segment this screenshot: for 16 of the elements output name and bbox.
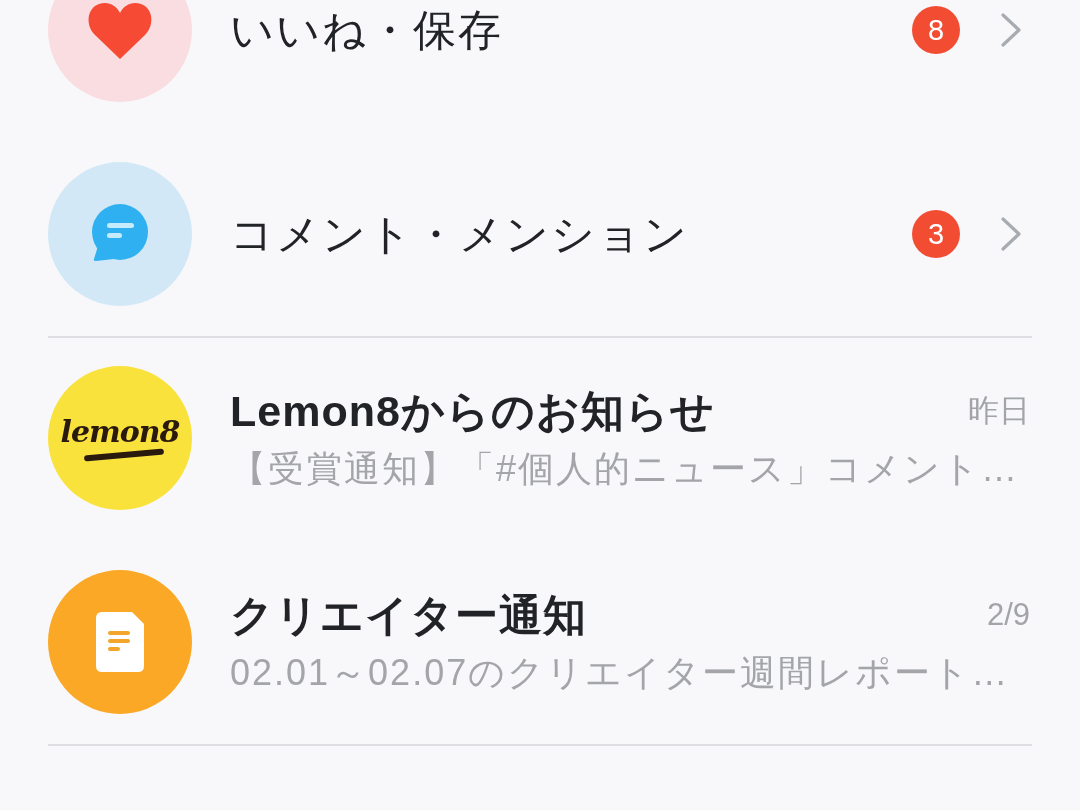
message-time: 2/9 — [986, 596, 1030, 634]
message-preview: 【受賞通知】「#個人的ニュース」コメント… — [230, 447, 1020, 491]
document-icon — [48, 570, 192, 714]
category-title[interactable]: いいね・保存 — [230, 0, 912, 60]
chevron-right-icon — [1000, 12, 1022, 48]
heart-icon — [48, 0, 192, 102]
message-title[interactable]: Lemon8からのお知らせ — [230, 381, 715, 441]
unread-count-badge: 8 — [912, 6, 960, 54]
message-preview: 02.01～02.07のクリエイター週間レポート… — [230, 651, 1010, 695]
chevron-right-icon — [1000, 216, 1022, 252]
lemon8-logo: lemon8 — [48, 366, 192, 510]
unread-count-badge: 3 — [912, 210, 960, 258]
message-title[interactable]: クリエイター通知 — [230, 585, 587, 645]
category-title[interactable]: コメント・メンション — [230, 204, 912, 264]
message-time: 昨日 — [968, 392, 1030, 430]
chat-bubble-icon — [48, 162, 192, 306]
